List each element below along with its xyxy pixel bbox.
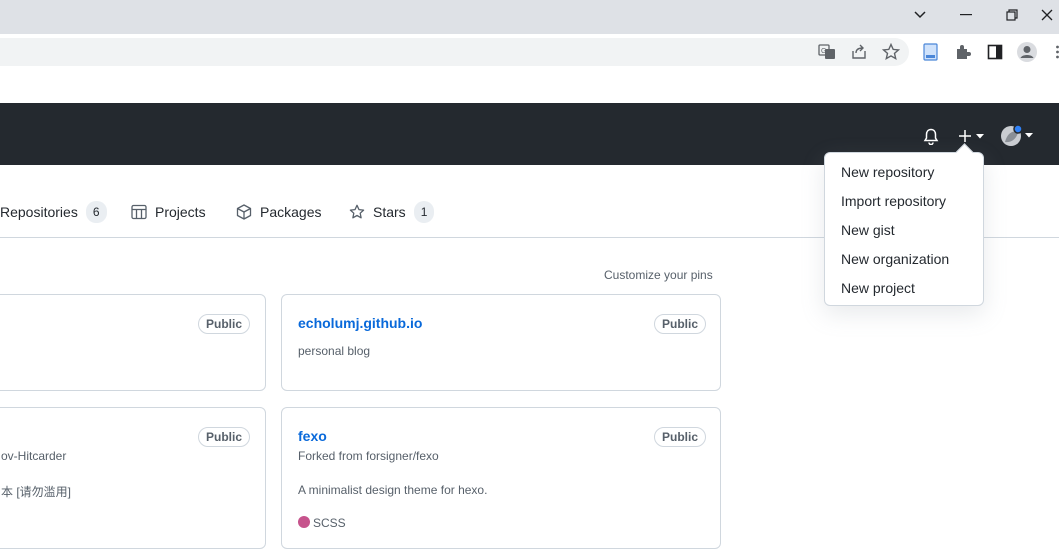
caret-down-icon <box>976 134 984 139</box>
avatar <box>1000 124 1022 146</box>
share-button[interactable] <box>845 38 873 66</box>
menu-item-new-repository[interactable]: New repository <box>841 164 934 180</box>
restore-button[interactable] <box>989 0 1035 30</box>
pinned-repo-card: fexo Public Forked from forsigner/fexo A… <box>281 407 721 549</box>
profile-button[interactable] <box>1013 38 1041 66</box>
customize-pins-link[interactable]: Customize your pins <box>604 268 713 282</box>
bookmark-button[interactable] <box>877 38 905 66</box>
tab-search-button[interactable] <box>897 0 943 30</box>
extension-document-button[interactable] <box>917 38 945 66</box>
user-menu-button[interactable] <box>998 121 1034 149</box>
tab-label: Packages <box>260 204 321 220</box>
translate-button[interactable]: G <box>813 38 841 66</box>
pinned-repo-card: Public F <box>0 294 266 391</box>
tab-label: Repositories <box>0 204 78 220</box>
counter-badge: 6 <box>86 201 107 223</box>
close-window-button[interactable] <box>1035 0 1059 30</box>
notifications-button[interactable] <box>921 126 941 146</box>
menu-item-new-gist[interactable]: New gist <box>841 222 895 238</box>
star-icon <box>349 204 365 220</box>
visibility-badge: Public <box>198 427 250 447</box>
share-icon <box>850 43 868 61</box>
table-icon <box>131 204 147 220</box>
counter-badge: 1 <box>414 201 435 223</box>
chevron-down-icon <box>914 11 926 19</box>
repo-description: personal blog <box>298 344 370 358</box>
tab-projects[interactable]: Projects <box>131 196 206 228</box>
more-menu-button[interactable] <box>1054 44 1059 60</box>
close-icon <box>1041 9 1053 21</box>
tab-stars[interactable]: Stars 1 <box>349 196 434 228</box>
repo-description: A minimalist design theme for hexo. <box>298 483 487 497</box>
visibility-badge: Public <box>654 314 706 334</box>
menu-item-import-repository[interactable]: Import repository <box>841 193 946 209</box>
side-panel-button[interactable] <box>981 38 1009 66</box>
create-new-button[interactable] <box>954 126 986 146</box>
minimize-icon <box>960 14 972 16</box>
plus-icon <box>957 128 973 144</box>
tab-label: Stars <box>373 204 406 220</box>
repo-name-link[interactable]: echolumj.github.io <box>298 315 422 331</box>
puzzle-icon <box>954 43 972 61</box>
sidepanel-icon <box>987 44 1003 60</box>
create-new-dropdown: New repository Import repository New gis… <box>824 152 984 306</box>
address-bar[interactable] <box>0 38 909 66</box>
document-icon <box>923 43 939 61</box>
extensions-button[interactable] <box>949 38 977 66</box>
repo-name-link[interactable]: fexo <box>298 428 327 444</box>
package-icon <box>236 204 252 220</box>
visibility-badge: Public <box>198 314 250 334</box>
tab-packages[interactable]: Packages <box>236 196 321 228</box>
visibility-badge: Public <box>654 427 706 447</box>
language-label: SCSS <box>313 516 346 530</box>
forked-from-text: Forked from forsigner/fexo <box>298 449 439 463</box>
minimize-button[interactable] <box>943 0 989 30</box>
star-icon <box>882 43 900 61</box>
menu-item-new-project[interactable]: New project <box>841 280 915 296</box>
pinned-repo-card: echolumj.github.io Public personal blog <box>281 294 721 391</box>
forked-from-text: ov-Hitcarder <box>1 449 66 463</box>
menu-item-new-organization[interactable]: New organization <box>841 251 949 267</box>
language-color-dot <box>298 516 310 528</box>
svg-text:G: G <box>821 48 826 55</box>
more-icon <box>1054 44 1059 60</box>
tab-label: Projects <box>155 204 206 220</box>
profile-icon <box>1016 41 1038 63</box>
pinned-repo-card: Public ov-Hitcarder 本 [请勿滥用] <box>0 407 266 549</box>
translate-icon: G <box>818 43 836 61</box>
restore-icon <box>1006 9 1018 21</box>
bookmarks-bar <box>0 71 1059 103</box>
caret-down-icon <box>1025 133 1033 138</box>
repo-description: 本 [请勿滥用] <box>1 483 71 500</box>
tab-repositories[interactable]: Repositories 6 <box>0 196 107 228</box>
bell-icon <box>923 128 939 145</box>
